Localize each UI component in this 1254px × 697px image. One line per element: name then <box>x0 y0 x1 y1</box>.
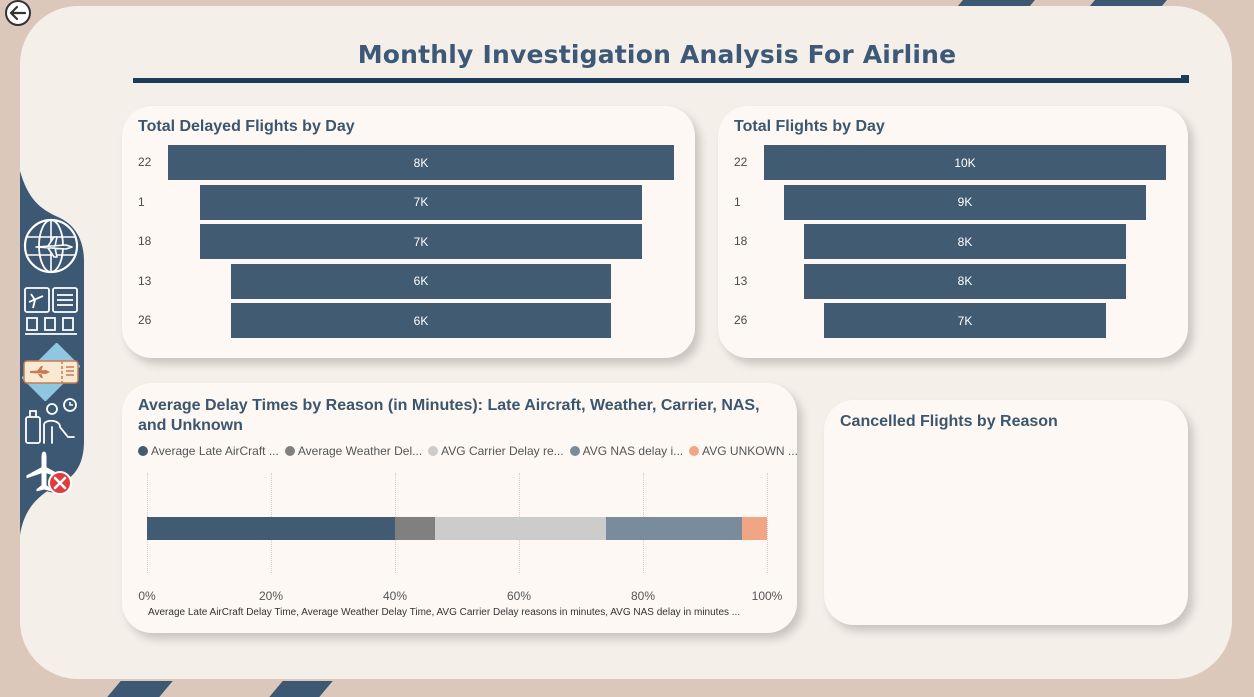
delayed-flights-card: Total Delayed Flights by Day 22 8K 1 7K 18 7K… <box>122 106 695 358</box>
bar-segment[interactable] <box>395 517 436 540</box>
bar-segment[interactable] <box>742 517 767 540</box>
bar-segment[interactable] <box>435 517 606 540</box>
data-label: 6K <box>413 313 429 328</box>
legend-marker <box>689 446 700 456</box>
gridline <box>767 473 768 573</box>
funnel-bar[interactable]: 7K <box>199 184 643 220</box>
average-delay-card: Average Delay Times by Reason (in Minute… <box>122 383 798 633</box>
cancelled-flights-card: Cancelled Flights by Reason <box>824 400 1188 625</box>
data-label: 10K <box>954 155 976 170</box>
bar-segment[interactable] <box>147 517 395 540</box>
x-tick-label: 80% <box>630 589 656 603</box>
x-axis-title: Average Late AirCraft Delay Time, Averag… <box>148 607 741 618</box>
legend-label: AVG UNKOWN ... <box>702 444 798 458</box>
legend-label: Average Late AirCraft ... <box>151 444 279 458</box>
legend-item[interactable]: Average Weather Del... <box>284 444 423 458</box>
legend-label: AVG Carrier Delay re... <box>441 444 564 458</box>
category-label: 13 <box>734 273 748 288</box>
x-tick-label: 100% <box>751 589 783 603</box>
decor-stripe <box>269 681 333 697</box>
legend-marker <box>569 446 580 456</box>
total-flights-card: Total Flights by Day 22 10K 1 9K 18 8K 13 8K 26 7… <box>718 106 1188 358</box>
legend-label: AVG NAS delay i... <box>582 444 684 458</box>
data-label: 8K <box>413 155 429 170</box>
funnel-bar[interactable]: 8K <box>168 145 674 180</box>
data-label: 7K <box>957 313 973 328</box>
category-label: 26 <box>138 313 152 327</box>
legend-label: Average Weather Del... <box>297 444 423 458</box>
x-tick-label: 20% <box>258 589 284 603</box>
data-label: 9K <box>957 195 973 209</box>
legend-item[interactable]: AVG Carrier Delay re... <box>428 444 564 458</box>
category-label: 18 <box>734 234 748 248</box>
legend-marker <box>138 446 148 456</box>
funnel-bar[interactable]: 7K <box>824 303 1106 338</box>
title-divider <box>133 75 1189 83</box>
navigation-sidebar <box>20 171 84 535</box>
card-title: Total Delayed Flights by Day <box>138 118 355 135</box>
nav-globe-flight-icon[interactable] <box>22 215 80 277</box>
data-label: 6K <box>413 274 429 288</box>
nav-airport-board-icon[interactable] <box>22 285 80 341</box>
bar-segment[interactable] <box>605 517 743 540</box>
funnel-bar[interactable]: 6K <box>231 263 611 299</box>
legend-item[interactable]: AVG UNKOWN ... <box>689 444 798 458</box>
legend-marker <box>284 446 295 456</box>
category-label: 13 <box>138 273 152 288</box>
category-label: 1 <box>734 194 741 209</box>
legend-marker <box>428 446 439 456</box>
category-label: 1 <box>138 194 145 209</box>
decor-stripe <box>107 681 173 697</box>
funnel-bar[interactable]: 8K <box>804 224 1126 259</box>
chart-legend: Average Late AirCraft ... Average Weather… <box>138 444 804 458</box>
nav-boarding-pass-icon[interactable] <box>22 343 80 401</box>
data-label: 8K <box>957 234 973 249</box>
x-tick-label: 0% <box>138 589 156 603</box>
funnel-bar[interactable]: 8K <box>804 263 1126 299</box>
category-label: 22 <box>138 155 152 169</box>
card-title: Cancelled Flights by Reason <box>840 413 1058 430</box>
page-title: Monthly Investigation Analysis For Airli… <box>357 40 957 69</box>
funnel-bar[interactable]: 10K <box>764 145 1166 180</box>
category-label: 26 <box>734 313 748 327</box>
x-tick-label: 40% <box>382 589 408 603</box>
back-arrow-icon[interactable] <box>3 0 33 30</box>
legend-item[interactable]: AVG NAS delay i... <box>569 444 684 458</box>
card-title: Total Flights by Day <box>734 118 885 135</box>
x-tick-label: 60% <box>506 589 532 603</box>
funnel-bar[interactable]: 6K <box>231 303 611 338</box>
nav-traveler-icon[interactable] <box>22 397 80 449</box>
data-label: 7K <box>413 195 429 209</box>
card-title: Average Delay Times by Reason (in Minute… <box>138 397 760 434</box>
funnel-bar[interactable]: 9K <box>784 184 1146 220</box>
category-label: 18 <box>138 234 152 248</box>
legend-item[interactable]: Average Late AirCraft ... <box>138 444 279 458</box>
data-label: 7K <box>413 234 429 249</box>
data-label: 8K <box>957 274 973 288</box>
nav-cancelled-flight-icon[interactable] <box>22 449 80 497</box>
category-label: 22 <box>734 155 748 169</box>
funnel-bar[interactable]: 7K <box>199 224 643 259</box>
